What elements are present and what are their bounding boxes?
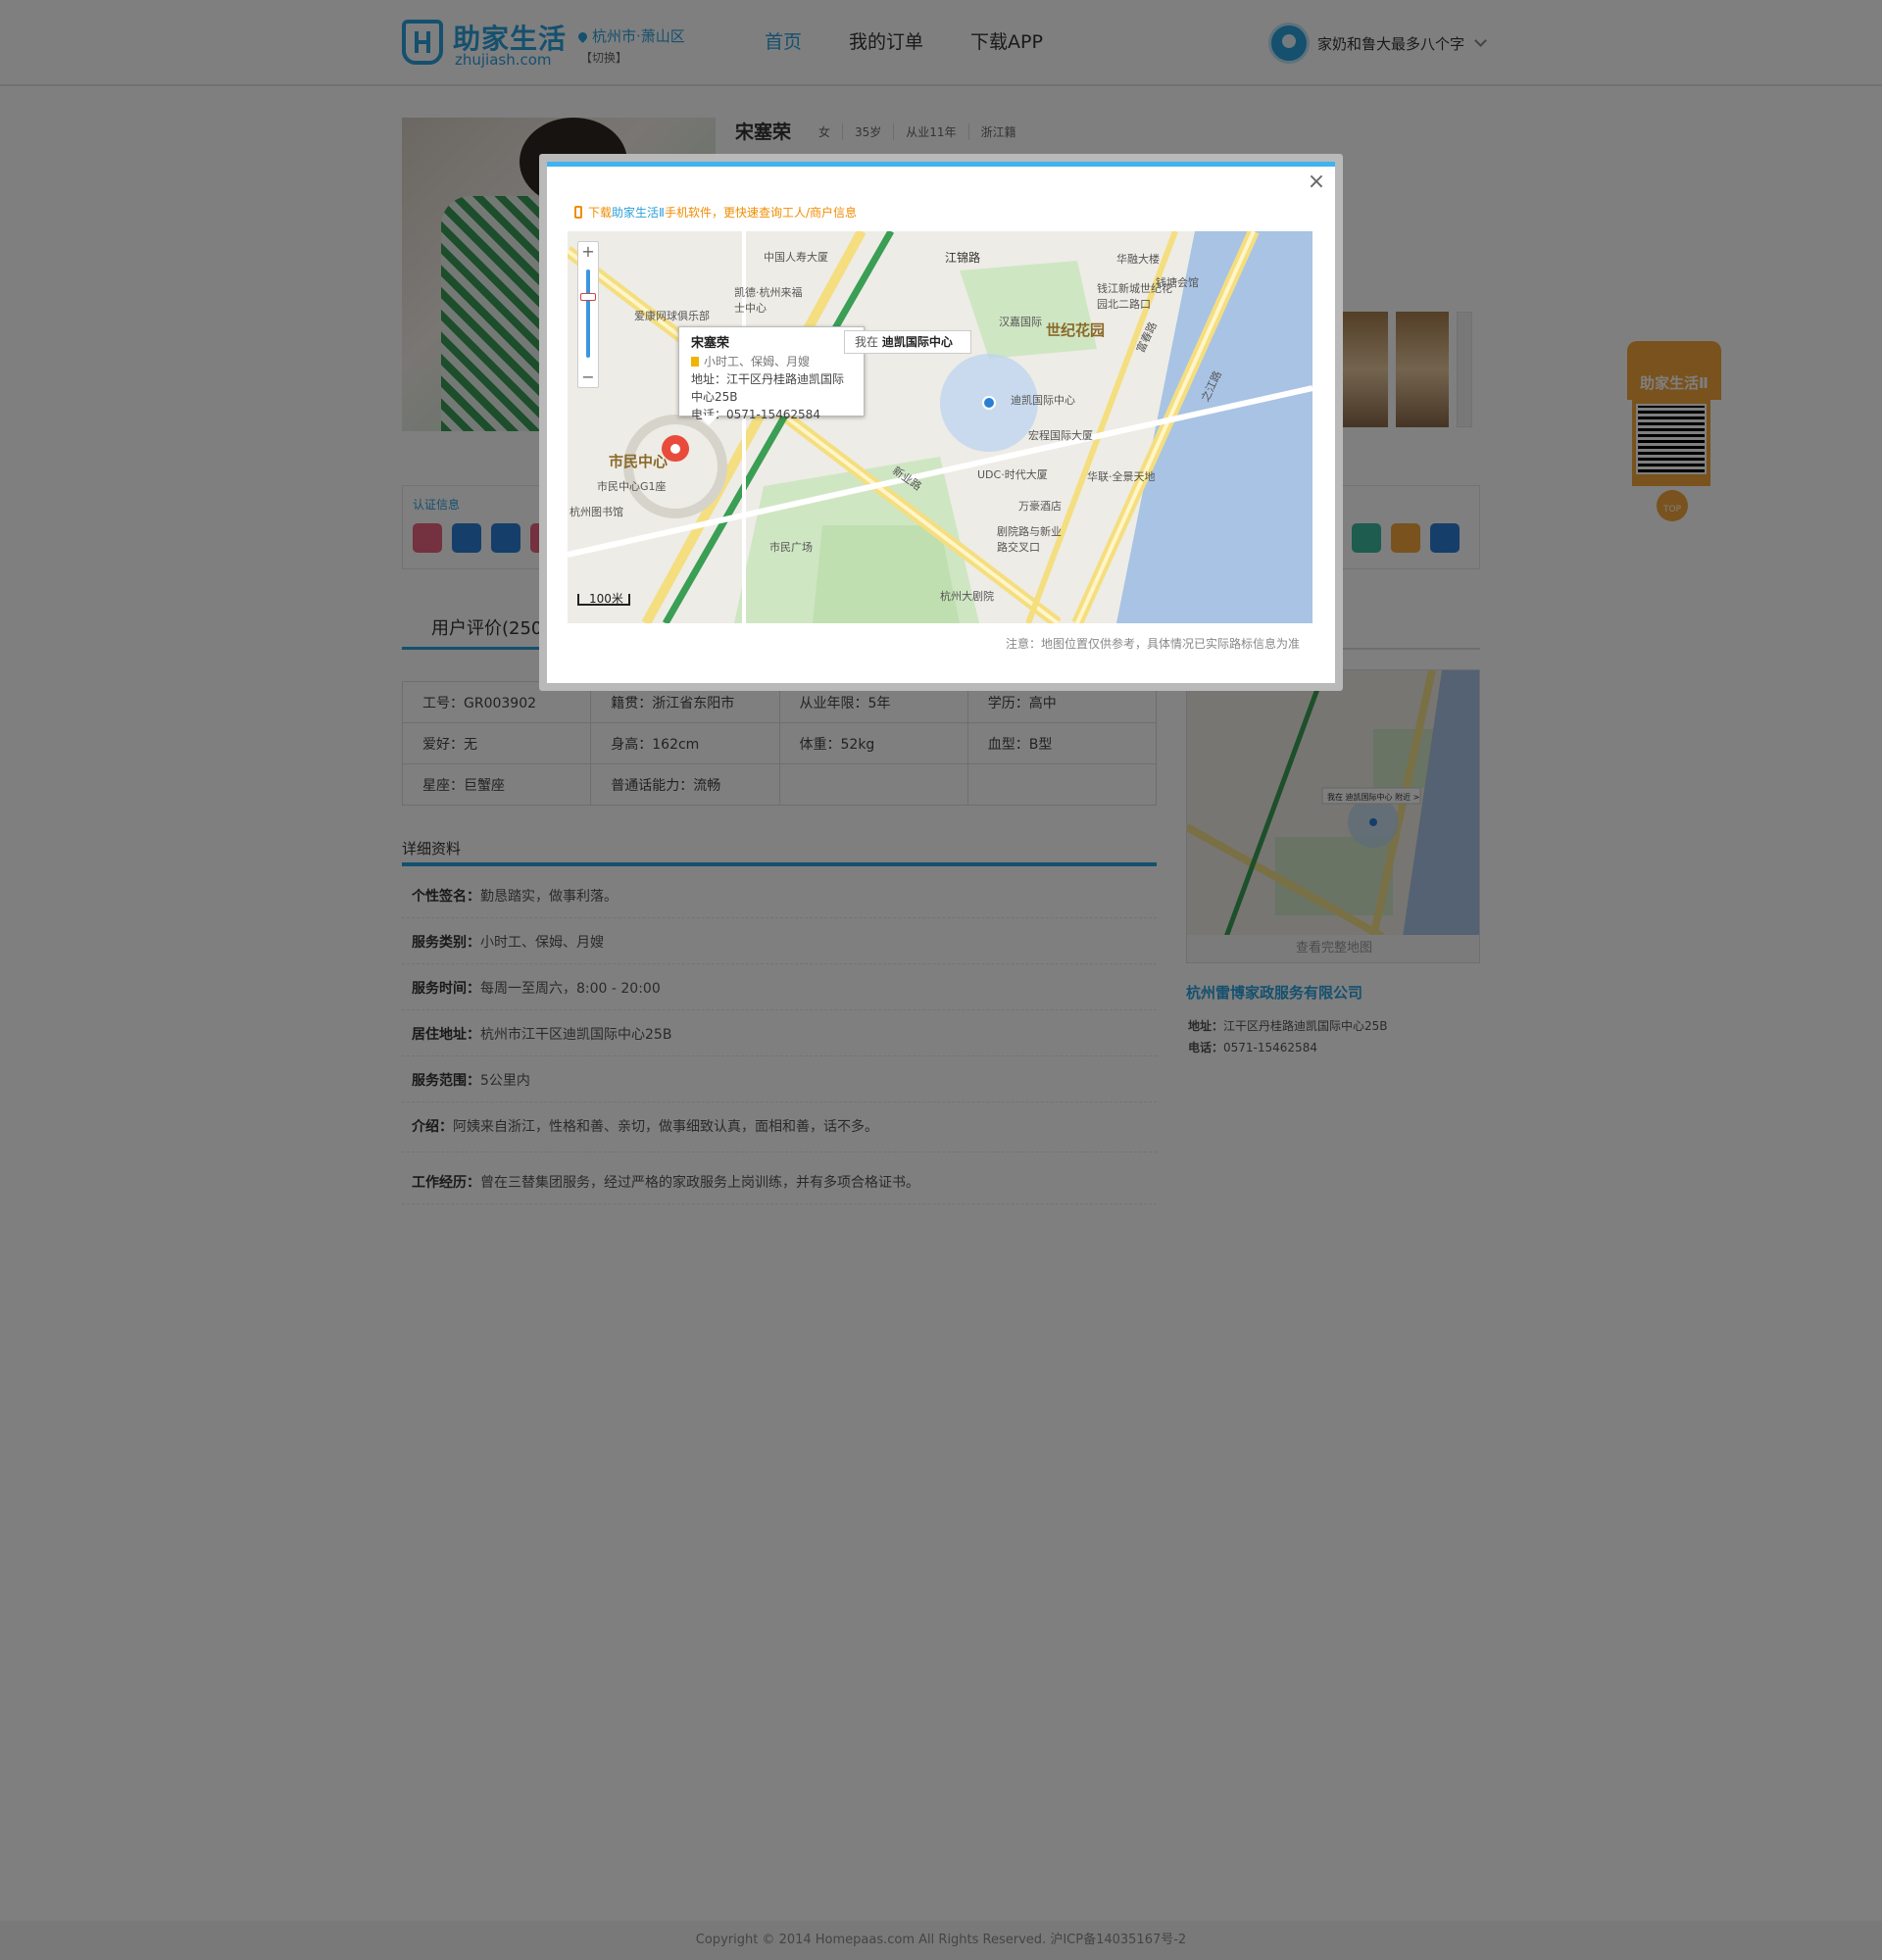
map-label: 市民中心 xyxy=(609,453,669,470)
map-label: 爱康网球俱乐部 xyxy=(634,310,710,322)
map-label: 江锦路 xyxy=(945,251,981,265)
map-canvas xyxy=(568,231,1312,623)
map-label: 世纪花园 xyxy=(1046,321,1106,339)
popup-phone: 电话：0571-15462584 xyxy=(691,408,820,421)
map-label: 迪凯国际中心 xyxy=(1011,394,1075,407)
phone-icon xyxy=(574,206,582,219)
map-zoom-control: + − xyxy=(577,241,599,388)
map-label: 华联·全景天地 xyxy=(1087,470,1156,483)
close-icon[interactable]: × xyxy=(1306,172,1327,194)
map-label: 钱江新城世纪花园北二路口 xyxy=(1097,282,1172,311)
worker-info-popup: × 宋塞荣 小时工、保姆、月嫂 地址：江干区丹桂路迪凯国际中心25B 电话：05… xyxy=(678,326,865,425)
service-tag-icon xyxy=(691,357,699,367)
zoom-out-icon[interactable]: − xyxy=(578,368,598,387)
here-place: 迪凯国际中心 xyxy=(881,335,953,349)
map-label: 杭州大剧院 xyxy=(940,590,994,603)
zoom-in-icon[interactable]: + xyxy=(578,242,598,262)
here-prefix: 我在 xyxy=(855,335,879,349)
map-modal: × 下载助家生活Ⅱ手机软件，更快速查询工人/商户信息 中国人寿大厦 江锦路 华融… xyxy=(539,154,1343,691)
app-promo[interactable]: 下载助家生活Ⅱ手机软件，更快速查询工人/商户信息 xyxy=(574,204,857,220)
popup-tags: 小时工、保姆、月嫂 xyxy=(704,355,811,368)
current-location-label: 我在 迪凯国际中心 xyxy=(844,330,971,354)
popup-address: 地址：江干区丹桂路迪凯国际中心25B xyxy=(691,372,845,404)
map-label: 杭州图书馆 xyxy=(570,506,623,518)
map-view[interactable]: 中国人寿大厦 江锦路 华融大楼 钱塘会馆 凯德·杭州来福士中心 钱江新城世纪花园… xyxy=(568,231,1312,623)
zoom-slider-track[interactable] xyxy=(586,270,590,358)
map-label: 市民广场 xyxy=(769,541,813,554)
map-label: 凯德·杭州来福士中心 xyxy=(734,286,803,315)
map-label: 华融大楼 xyxy=(1116,253,1160,266)
promo-pre: 下载 xyxy=(588,206,613,220)
map-label: UDC·时代大厦 xyxy=(977,468,1048,481)
map-label: 中国人寿大厦 xyxy=(764,251,828,264)
zoom-slider-handle[interactable] xyxy=(580,293,596,301)
map-label: 市民中心G1座 xyxy=(597,480,667,493)
map-scale: 100米 xyxy=(577,593,630,606)
map-label: 汉嘉国际 xyxy=(999,316,1042,328)
map-label: 剧院路与新业路交叉口 xyxy=(997,525,1062,554)
promo-brand: 助家生活Ⅱ xyxy=(612,206,665,220)
map-modal-body: × 下载助家生活Ⅱ手机软件，更快速查询工人/商户信息 中国人寿大厦 江锦路 华融… xyxy=(547,162,1335,683)
popup-name: 宋塞荣 xyxy=(691,336,730,351)
map-label: 宏程国际大厦 xyxy=(1028,429,1093,442)
map-label: 万豪酒店 xyxy=(1018,500,1062,513)
map-disclaimer: 注意：地图位置仅供参考，具体情况已实际路标信息为准 xyxy=(1005,637,1300,651)
promo-post: 手机软件，更快速查询工人/商户信息 xyxy=(664,206,857,220)
